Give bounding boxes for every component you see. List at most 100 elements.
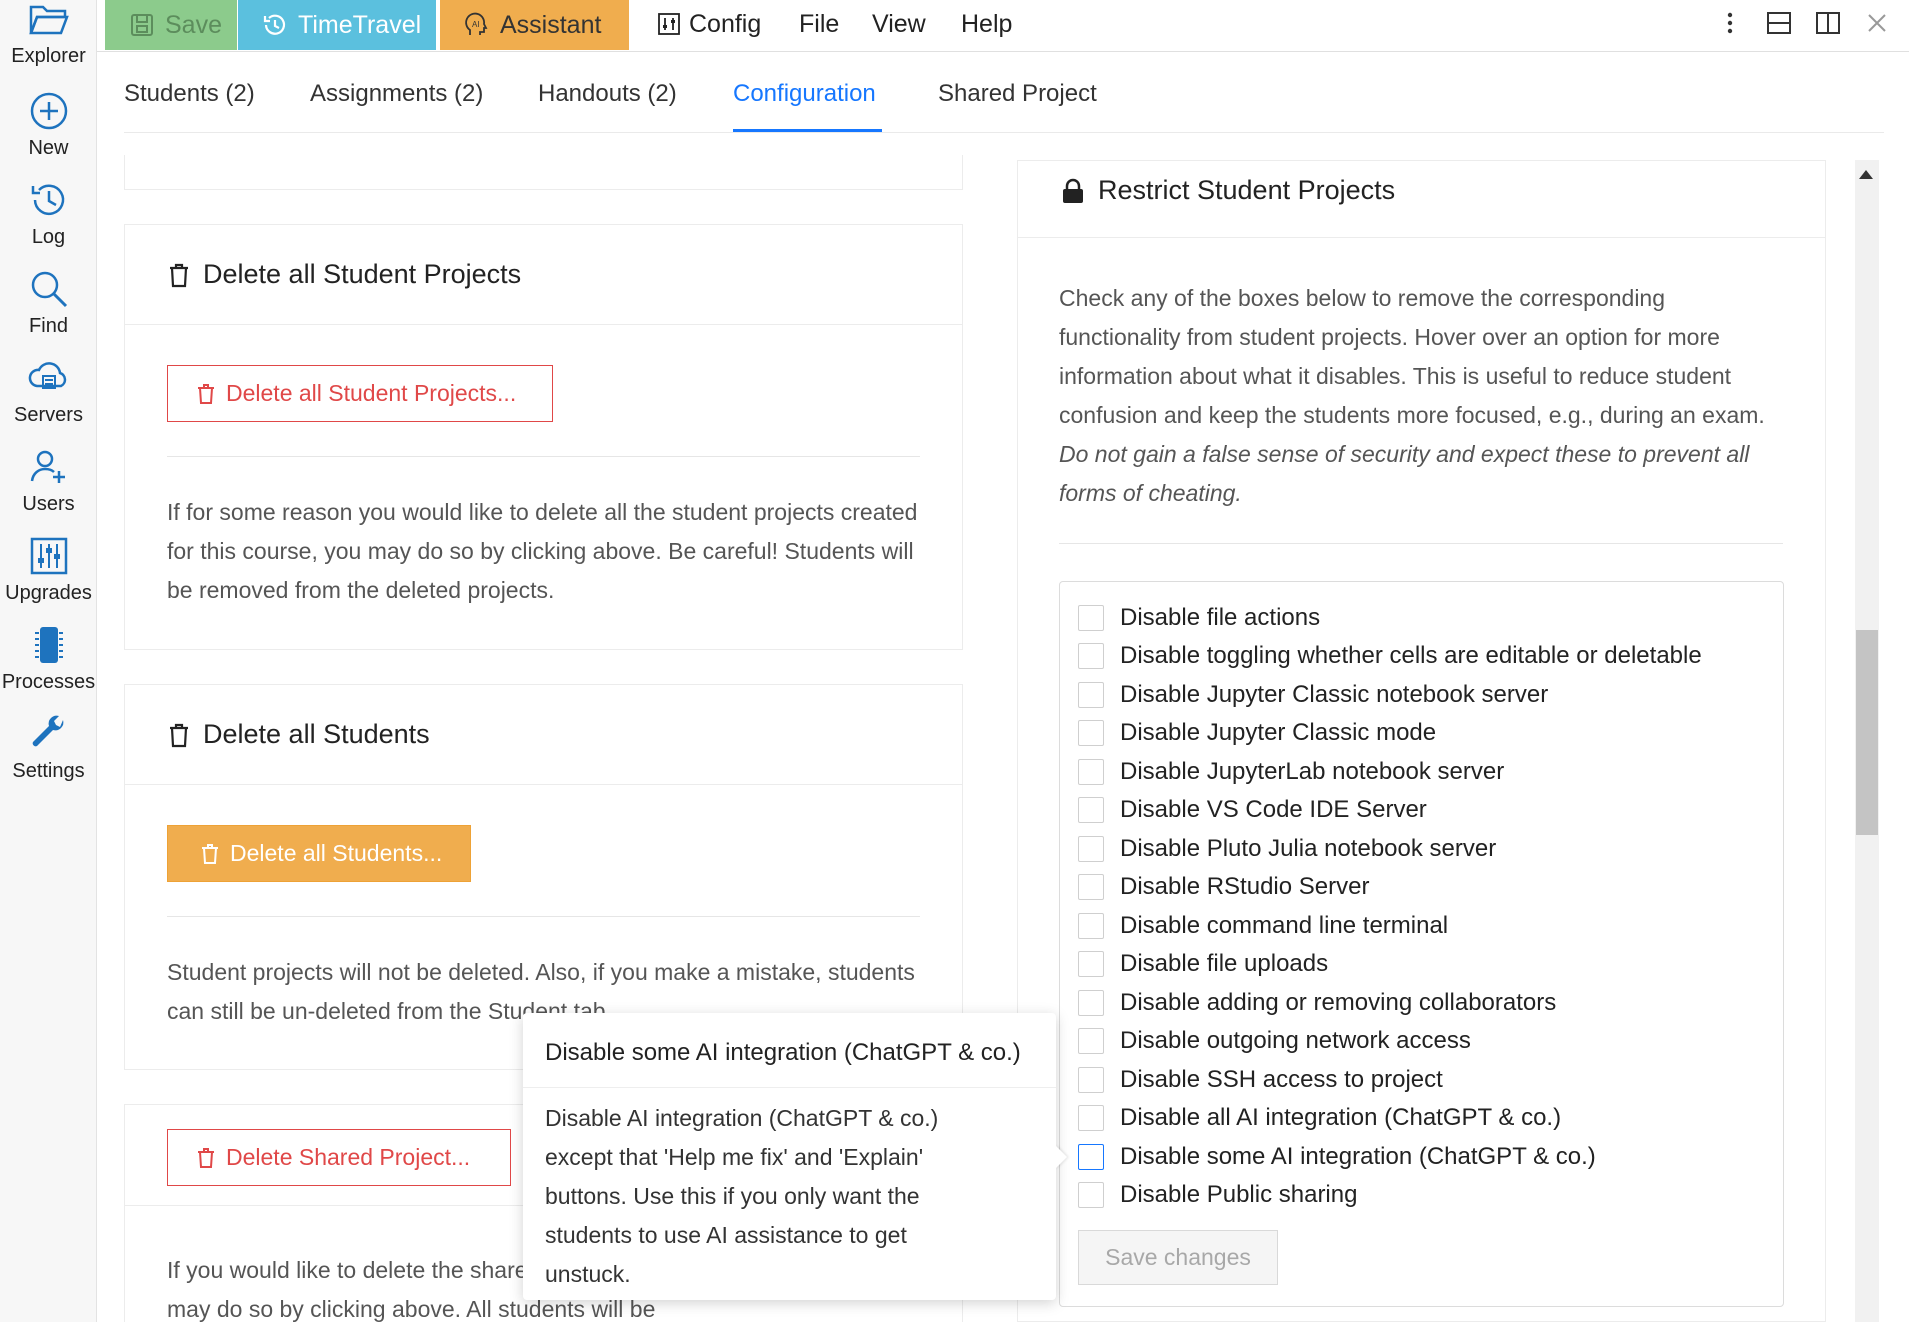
card-title: Delete all Students (165, 719, 430, 750)
option-disable-terminal[interactable]: Disable command line terminal (1078, 910, 1448, 942)
view-menu[interactable]: View (872, 0, 926, 48)
tab-students[interactable]: Students (2) (124, 80, 255, 108)
sidebar-item-servers[interactable]: Servers (0, 339, 97, 427)
cloud-server-icon (28, 362, 66, 389)
sidebar-item-label: Upgrades (5, 582, 92, 604)
left-sidebar: Explorer New Log Find Servers Users Upgr… (0, 0, 97, 1322)
config-label: Config (689, 9, 762, 38)
users-icon (30, 450, 65, 483)
checkbox[interactable] (1078, 1144, 1104, 1170)
checkbox[interactable] (1078, 1182, 1104, 1208)
assistant-button[interactable]: AI Assistant (440, 0, 629, 50)
option-disable-jupyter-classic-server[interactable]: Disable Jupyter Classic notebook server (1078, 679, 1548, 711)
option-disable-file-actions[interactable]: Disable file actions (1078, 602, 1320, 634)
save-changes-button[interactable]: Save changes (1078, 1230, 1278, 1285)
sidebar-item-label: New (28, 137, 69, 159)
help-menu[interactable]: Help (961, 0, 1012, 48)
restrict-student-projects-card: Restrict Student Projects Check any of t… (1017, 160, 1826, 1322)
sidebar-item-label: Processes (1, 671, 96, 693)
sidebar-item-explorer[interactable]: Explorer (0, 0, 97, 68)
checkbox[interactable] (1078, 797, 1104, 823)
checkbox[interactable] (1078, 682, 1104, 708)
option-disable-pluto[interactable]: Disable Pluto Julia notebook server (1078, 833, 1496, 865)
option-disable-vscode[interactable]: Disable VS Code IDE Server (1078, 794, 1427, 826)
sidebar-item-upgrades[interactable]: Upgrades (0, 517, 97, 605)
option-label: Disable command line terminal (1120, 912, 1449, 939)
checkbox[interactable] (1078, 1105, 1104, 1131)
more-options-icon[interactable] (1713, 6, 1747, 40)
top-toolbar: Save TimeTravel AI Assistant Config File… (97, 0, 1909, 52)
option-label: Disable adding or removing collaborators (1120, 989, 1557, 1016)
sidebar-item-new[interactable]: New (0, 72, 97, 160)
delete-projects-description: If for some reason you would like to del… (167, 499, 918, 603)
scroll-up-arrow-icon[interactable] (1859, 170, 1873, 179)
option-label: Disable toggling whether cells are edita… (1120, 642, 1702, 669)
split-horizontal-icon[interactable] (1762, 6, 1796, 40)
file-label: File (799, 9, 840, 38)
card-title: Delete all Student Projects (165, 259, 521, 290)
option-disable-jupyter-classic-mode[interactable]: Disable Jupyter Classic mode (1078, 717, 1436, 749)
checkbox[interactable] (1078, 836, 1104, 862)
tab-assignments[interactable]: Assignments (2) (310, 80, 483, 108)
trash-icon (170, 723, 188, 747)
option-disable-collaborators[interactable]: Disable adding or removing collaborators (1078, 987, 1556, 1019)
sidebar-item-processes[interactable]: Processes (0, 606, 97, 694)
option-label: Disable Pluto Julia notebook server (1120, 835, 1497, 862)
config-menu[interactable]: Config (657, 0, 761, 48)
scrollbar-thumb[interactable] (1856, 630, 1878, 835)
option-tooltip: Disable some AI integration (ChatGPT & c… (523, 1013, 1056, 1300)
checkbox[interactable] (1078, 643, 1104, 669)
option-disable-all-ai[interactable]: Disable all AI integration (ChatGPT & co… (1078, 1102, 1561, 1134)
inner-divider (1059, 543, 1783, 544)
checkbox[interactable] (1078, 759, 1104, 785)
delete-all-projects-button[interactable]: Delete all Student Projects... (167, 365, 553, 422)
option-disable-some-ai[interactable]: Disable some AI integration (ChatGPT & c… (1078, 1141, 1596, 1173)
checkbox[interactable] (1078, 913, 1104, 939)
option-label: Disable Jupyter Classic notebook server (1120, 681, 1549, 708)
delete-all-students-button[interactable]: Delete all Students... (167, 825, 471, 882)
option-label: Disable some AI integration (ChatGPT & c… (1120, 1143, 1596, 1170)
option-disable-cell-toggling[interactable]: Disable toggling whether cells are edita… (1078, 640, 1702, 672)
save-icon (131, 14, 153, 36)
tab-shared-project[interactable]: Shared Project (938, 80, 1097, 108)
option-disable-network[interactable]: Disable outgoing network access (1078, 1025, 1471, 1057)
button-label: Delete all Student Projects... (226, 380, 517, 406)
checkbox[interactable] (1078, 605, 1104, 631)
option-disable-ssh[interactable]: Disable SSH access to project (1078, 1064, 1443, 1096)
delete-shared-project-button[interactable]: Delete Shared Project... (167, 1129, 511, 1186)
history-icon (31, 184, 64, 216)
svg-text:AI: AI (472, 20, 480, 29)
split-vertical-icon[interactable] (1811, 6, 1845, 40)
sidebar-item-label: Explorer (11, 45, 86, 67)
file-menu[interactable]: File (799, 0, 839, 48)
option-label: Disable Public sharing (1120, 1181, 1358, 1208)
checkbox[interactable] (1078, 990, 1104, 1016)
sidebar-item-users[interactable]: Users (0, 428, 97, 516)
close-icon[interactable] (1860, 6, 1894, 40)
checkbox[interactable] (1078, 951, 1104, 977)
sidebar-item-log[interactable]: Log (0, 161, 97, 249)
checkbox[interactable] (1078, 720, 1104, 746)
option-disable-jupyterlab[interactable]: Disable JupyterLab notebook server (1078, 756, 1504, 788)
tooltip-divider (523, 1087, 1056, 1088)
option-disable-rstudio[interactable]: Disable RStudio Server (1078, 871, 1369, 903)
active-tab-indicator (733, 129, 882, 132)
sidebar-item-settings[interactable]: Settings (0, 695, 97, 783)
sliders-icon (30, 537, 67, 575)
option-disable-public-sharing[interactable]: Disable Public sharing (1078, 1179, 1357, 1211)
checkbox[interactable] (1078, 1028, 1104, 1054)
history-icon (263, 14, 286, 35)
save-button[interactable]: Save (105, 0, 237, 50)
timetravel-button[interactable]: TimeTravel (238, 0, 436, 50)
tab-configuration[interactable]: Configuration (733, 80, 876, 108)
button-label: Delete Shared Project... (226, 1144, 471, 1170)
help-label: Help (961, 9, 1013, 38)
checkbox[interactable] (1078, 1067, 1104, 1093)
ai-head-icon: AI (465, 12, 488, 35)
checkbox[interactable] (1078, 874, 1104, 900)
sidebar-item-find[interactable]: Find (0, 250, 97, 338)
tab-handouts[interactable]: Handouts (2) (538, 80, 677, 108)
folder-open-icon (28, 5, 69, 35)
option-disable-file-uploads[interactable]: Disable file uploads (1078, 948, 1328, 980)
search-icon (31, 271, 67, 308)
